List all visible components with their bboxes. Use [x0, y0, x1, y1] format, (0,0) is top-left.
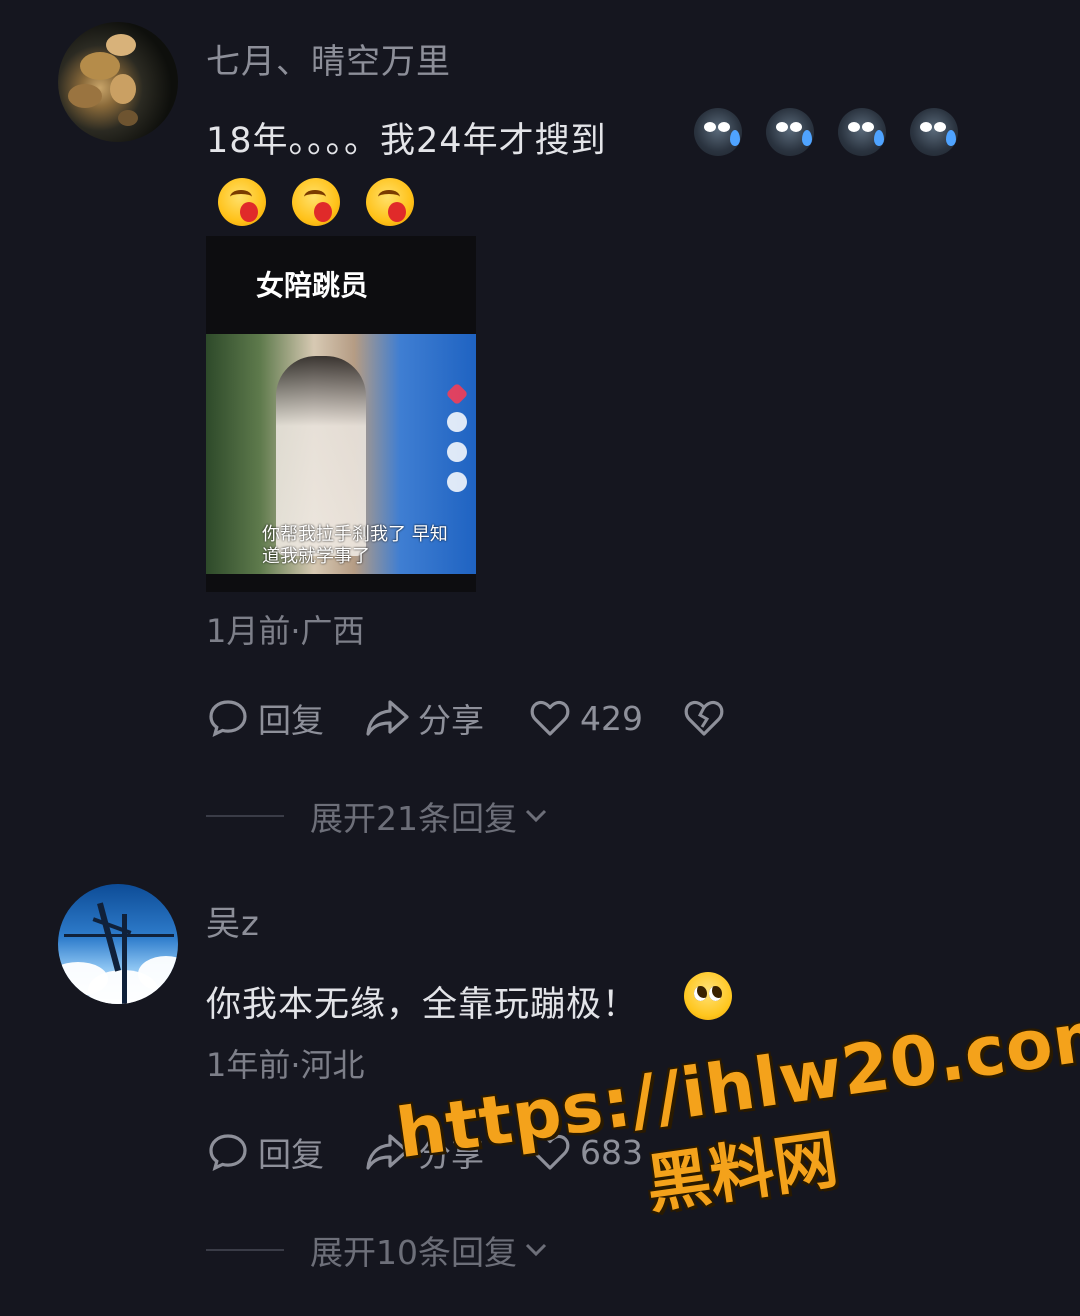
- avatar[interactable]: [58, 22, 178, 142]
- reply-label: 回复: [258, 1135, 324, 1174]
- sweat-emoji: [694, 108, 742, 156]
- sweat-emoji: [838, 108, 886, 156]
- shock-emoji: [366, 178, 414, 226]
- divider: [206, 815, 284, 817]
- broken-heart-icon: [682, 696, 726, 740]
- reply-button[interactable]: 回复: [206, 1128, 324, 1176]
- like-button[interactable]: 429: [528, 694, 643, 742]
- thumbnail-caption: 女陪跳员: [255, 269, 368, 302]
- username[interactable]: 七月、晴空万里: [206, 34, 451, 83]
- comment-text: 你我本无缘，全靠玩蹦极！: [206, 976, 638, 1027]
- like-count: 429: [580, 698, 643, 738]
- reply-icon: [206, 1130, 250, 1174]
- comment-meta: 1年前·河北: [206, 1046, 365, 1084]
- reply-label: 回复: [258, 701, 324, 740]
- chevron-down-icon: [521, 801, 551, 831]
- share-icon: [364, 696, 412, 740]
- dislike-button[interactable]: [682, 694, 726, 742]
- share-icon: [447, 472, 467, 492]
- share-button[interactable]: 分享: [364, 694, 484, 742]
- thumbnail-subtitle: 你帮我拉手刹我了 早知道我就学事了: [262, 524, 448, 567]
- comment-meta: 1月前·广西: [206, 612, 365, 650]
- thumbnail-footer: [206, 574, 476, 592]
- sweat-emoji: [910, 108, 958, 156]
- expand-replies-button[interactable]: 展开21条回复: [206, 794, 551, 838]
- comment-actions: 回复 分享 429: [206, 694, 766, 742]
- reply-icon: [206, 696, 250, 740]
- sweat-emoji: [766, 108, 814, 156]
- share-label: 分享: [418, 701, 484, 740]
- comment-text-content: 你我本无缘，全靠玩蹦极！: [206, 985, 639, 1025]
- username[interactable]: 吴z: [206, 896, 260, 945]
- reply-button[interactable]: 回复: [206, 694, 324, 742]
- avatar[interactable]: [58, 884, 178, 1004]
- comment-icon: [447, 412, 467, 432]
- pleading-emoji: [684, 972, 732, 1020]
- comment-text-content: 18年。。。。我24年才搜到: [206, 121, 607, 161]
- heart-icon: [528, 696, 572, 740]
- expand-replies-label: 展开21条回复: [310, 799, 517, 838]
- shock-emoji: [218, 178, 266, 226]
- video-thumbnail[interactable]: 女陪跳员 你帮我拉手刹我了 早知道我就学事了: [206, 236, 476, 592]
- watermark: https://ihlw20.com 黑料网: [392, 994, 1080, 1294]
- star-icon: [447, 442, 467, 462]
- shock-emoji: [292, 178, 340, 226]
- comment-list: 七月、晴空万里 18年。。。。我24年才搜到 女陪跳员 你帮我拉手刹我了 早知道…: [0, 0, 1080, 1316]
- divider: [206, 1249, 284, 1251]
- heart-icon: [445, 382, 469, 406]
- comment-text: 18年。。。。我24年才搜到: [206, 112, 607, 163]
